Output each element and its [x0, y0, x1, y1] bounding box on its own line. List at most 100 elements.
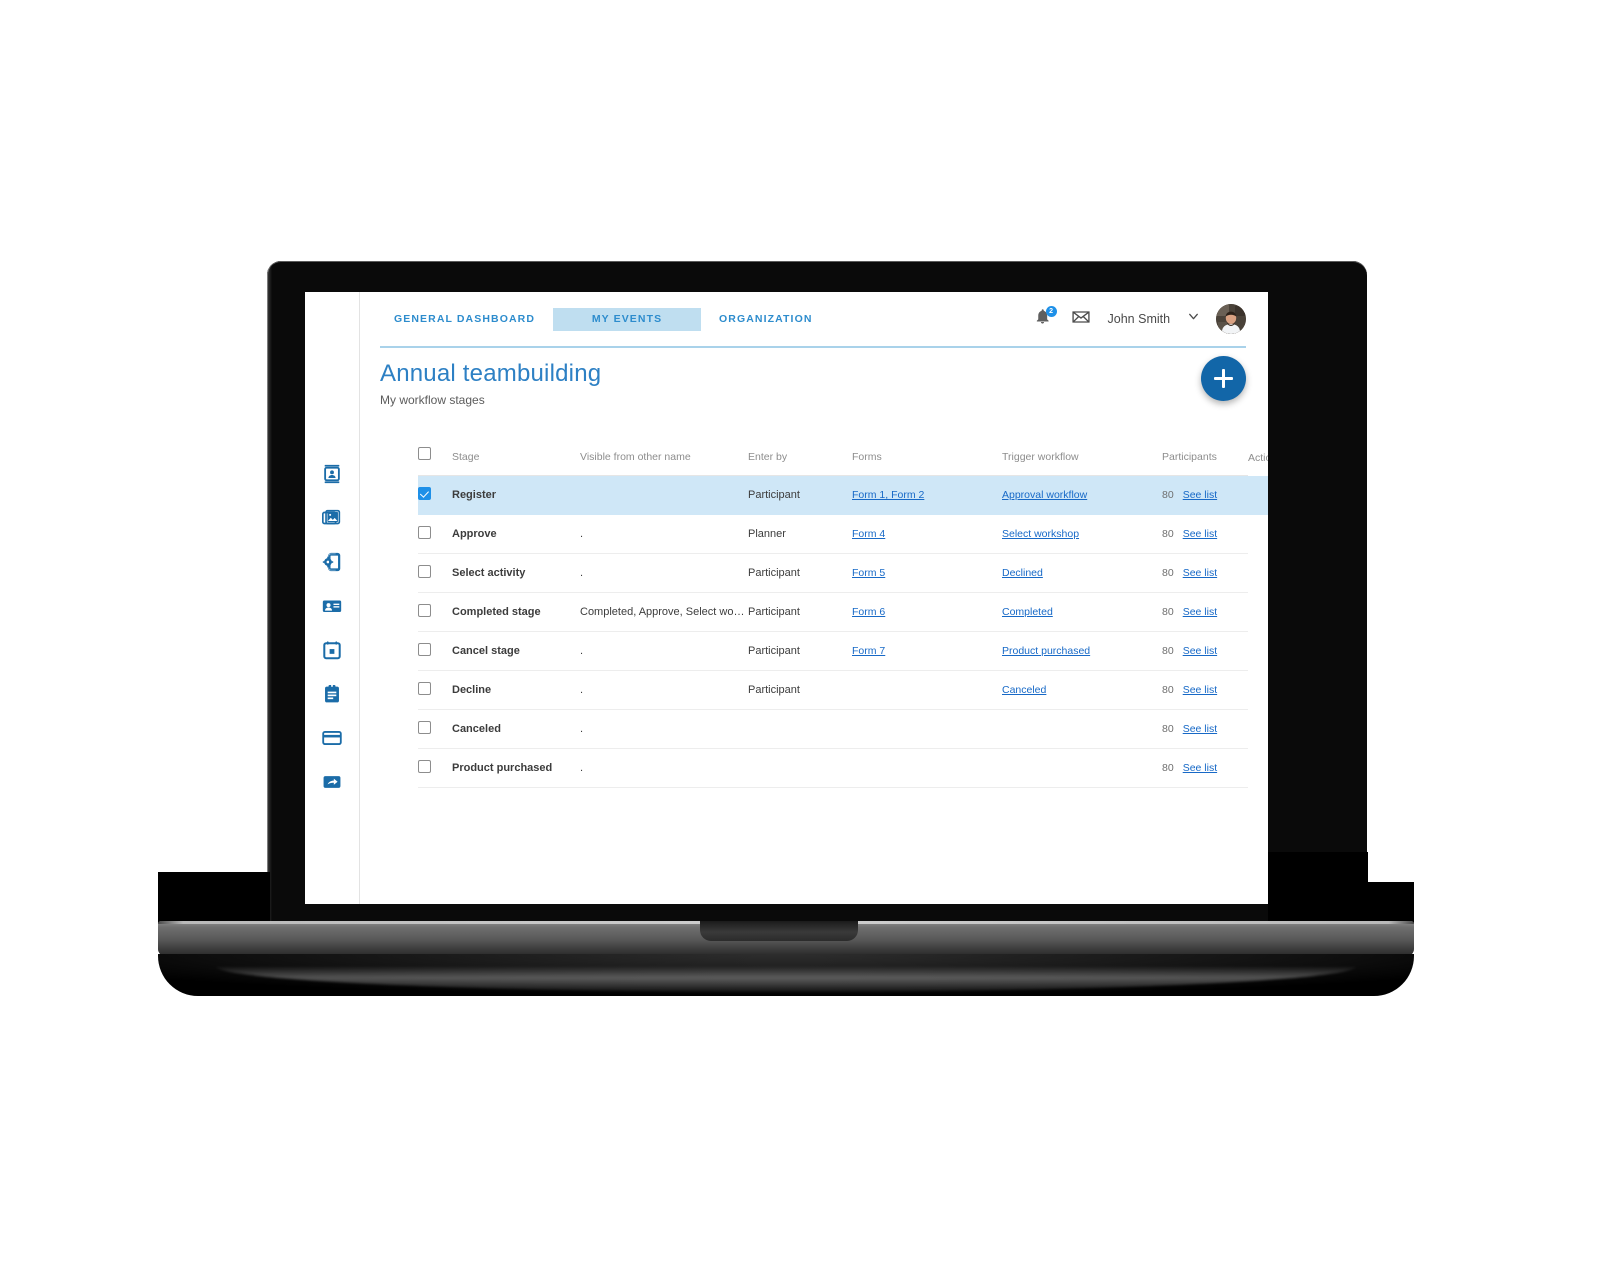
- table-row[interactable]: Product purchased. 80 See list: [418, 748, 1268, 788]
- cell-trigger-workflow: Completed: [1002, 592, 1162, 632]
- table-row[interactable]: Approve. Planner Form 4 Select workshop 80 Se…: [418, 514, 1268, 554]
- see-list-link[interactable]: See list: [1183, 684, 1217, 696]
- col-header-visible-from: Visible from other name: [580, 447, 748, 476]
- see-list-link[interactable]: See list: [1183, 489, 1217, 501]
- cell-visible-from-text: .: [580, 762, 584, 774]
- cell-trigger-workflow-link[interactable]: Declined: [1002, 567, 1043, 579]
- sidebar-item-badges[interactable]: [318, 592, 346, 620]
- messages-button[interactable]: [1070, 308, 1092, 330]
- add-stage-button[interactable]: [1201, 356, 1247, 401]
- notifications-button[interactable]: 2: [1032, 306, 1057, 330]
- cell-trigger-workflow-link[interactable]: Approval workflow: [1002, 489, 1087, 501]
- sidebar-item-share[interactable]: [318, 768, 346, 796]
- row-checkbox[interactable]: [418, 565, 431, 578]
- participants-count: 80: [1162, 567, 1174, 579]
- table-row[interactable]: Cancel stage. Participant Form 7 Product pu…: [418, 631, 1268, 671]
- cell-trigger-workflow-link[interactable]: Canceled: [1002, 684, 1046, 696]
- cell-enter-by: Participant: [748, 553, 852, 593]
- cell-participants: 80 See list: [1162, 748, 1248, 788]
- tab-general-dashboard[interactable]: GENERAL DASHBOARD: [376, 308, 553, 331]
- row-select-cell: [418, 475, 452, 515]
- cell-visible-from: [580, 475, 748, 515]
- user-avatar[interactable]: [1216, 304, 1247, 334]
- see-list-link[interactable]: See list: [1183, 645, 1217, 657]
- table-row[interactable]: Register Participant Form 1, Form 2 Approva…: [418, 475, 1268, 515]
- tab-my-events[interactable]: MY EVENTS: [553, 307, 702, 331]
- participants-count: 80: [1162, 723, 1174, 735]
- sidebar-item-payments[interactable]: [318, 724, 346, 752]
- cell-visible-from: .: [580, 670, 748, 710]
- row-select-cell: [418, 592, 452, 632]
- sidebar-item-calendar[interactable]: [318, 636, 346, 664]
- cell-enter-by: Participant: [748, 592, 852, 632]
- see-list-link[interactable]: See list: [1183, 567, 1217, 579]
- see-list-link[interactable]: See list: [1183, 606, 1217, 618]
- row-checkbox[interactable]: [418, 604, 431, 617]
- cell-visible-from-text: .: [580, 723, 584, 735]
- row-checkbox[interactable]: [418, 721, 431, 734]
- select-all-cell: [418, 447, 452, 476]
- cell-forms-link[interactable]: Form 5: [852, 567, 885, 579]
- sidebar-item-device-settings[interactable]: [318, 548, 346, 576]
- cell-trigger-workflow-link[interactable]: Completed: [1002, 606, 1053, 618]
- calendar-icon: [321, 639, 343, 661]
- cell-participants: 80 See list: [1162, 553, 1248, 593]
- cell-forms: Form 4: [852, 514, 1002, 554]
- cell-actions: [1248, 749, 1268, 788]
- sidebar-item-gallery[interactable]: [318, 504, 346, 532]
- table-row[interactable]: Decline. Participant Canceled 80 See list: [418, 670, 1268, 710]
- cell-visible-from: .: [580, 631, 748, 671]
- sidebar-item-tasks[interactable]: [318, 680, 346, 708]
- id-badge-icon: [321, 595, 343, 617]
- topbar-right-group: 2 John Smith: [1032, 304, 1247, 334]
- table-row[interactable]: Select activity. Participant Form 5 Decline…: [418, 553, 1268, 593]
- cell-actions: [1248, 554, 1268, 593]
- see-list-link[interactable]: See list: [1183, 723, 1217, 735]
- row-checkbox[interactable]: [418, 526, 431, 539]
- user-menu-button[interactable]: [1186, 312, 1200, 326]
- cell-forms-link[interactable]: Form 7: [852, 645, 885, 657]
- cell-stage: Product purchased: [452, 748, 580, 788]
- cell-visible-from-text: .: [580, 645, 584, 657]
- page-header: Annual teambuilding My workflow stages: [360, 348, 1268, 407]
- tab-organization[interactable]: ORGANIZATION: [701, 308, 831, 331]
- sidebar-item-contacts[interactable]: [318, 460, 346, 488]
- cell-stage: Decline: [452, 670, 580, 710]
- cell-participants: 80 See list: [1162, 514, 1248, 554]
- cell-trigger-workflow-link[interactable]: Select workshop: [1002, 528, 1079, 540]
- cell-visible-from-text: Completed, Approve, Select workshop: [580, 606, 748, 618]
- tab-general-dashboard-label: GENERAL DASHBOARD: [394, 313, 536, 325]
- participants-group: 80 See list: [1162, 645, 1248, 657]
- row-checkbox[interactable]: [418, 682, 431, 695]
- table-row[interactable]: Completed stage Completed, Approve, Selec…: [418, 592, 1268, 632]
- clipboard-icon: [321, 683, 343, 705]
- cell-trigger-workflow: Select workshop: [1002, 514, 1162, 554]
- row-checkbox[interactable]: [418, 487, 431, 500]
- row-select-cell: [418, 553, 452, 593]
- cell-stage-text: Decline: [452, 684, 492, 696]
- username-label[interactable]: John Smith: [1108, 312, 1171, 326]
- see-list-link[interactable]: See list: [1183, 528, 1217, 540]
- participants-group: 80 See list: [1162, 684, 1248, 696]
- cell-forms: Form 5: [852, 553, 1002, 593]
- select-all-checkbox[interactable]: [418, 447, 431, 460]
- col-header-participants: Participants: [1162, 447, 1248, 476]
- table-row[interactable]: Canceled. 80 See list: [418, 709, 1268, 749]
- row-checkbox[interactable]: [418, 760, 431, 773]
- cell-stage: Select activity: [452, 553, 580, 593]
- cell-forms-link[interactable]: Form 6: [852, 606, 885, 618]
- participants-count: 80: [1162, 645, 1174, 657]
- sidebar-rail: [305, 292, 360, 904]
- cell-forms-link[interactable]: Form 4: [852, 528, 885, 540]
- row-checkbox[interactable]: [418, 643, 431, 656]
- participants-count: 80: [1162, 762, 1174, 774]
- cell-stage: Cancel stage: [452, 631, 580, 671]
- cell-stage-text: Cancel stage: [452, 645, 520, 657]
- stages-table: Stage Visible from other name Enter by F…: [418, 447, 1268, 788]
- cell-trigger-workflow-link[interactable]: Product purchased: [1002, 645, 1090, 657]
- cell-forms-link[interactable]: Form 1, Form 2: [852, 489, 924, 501]
- top-navigation-bar: GENERAL DASHBOARD MY EVENTS ORGANIZATION: [360, 292, 1268, 346]
- credit-card-icon: [321, 727, 343, 749]
- main-content: GENERAL DASHBOARD MY EVENTS ORGANIZATION: [360, 292, 1268, 904]
- see-list-link[interactable]: See list: [1183, 762, 1217, 774]
